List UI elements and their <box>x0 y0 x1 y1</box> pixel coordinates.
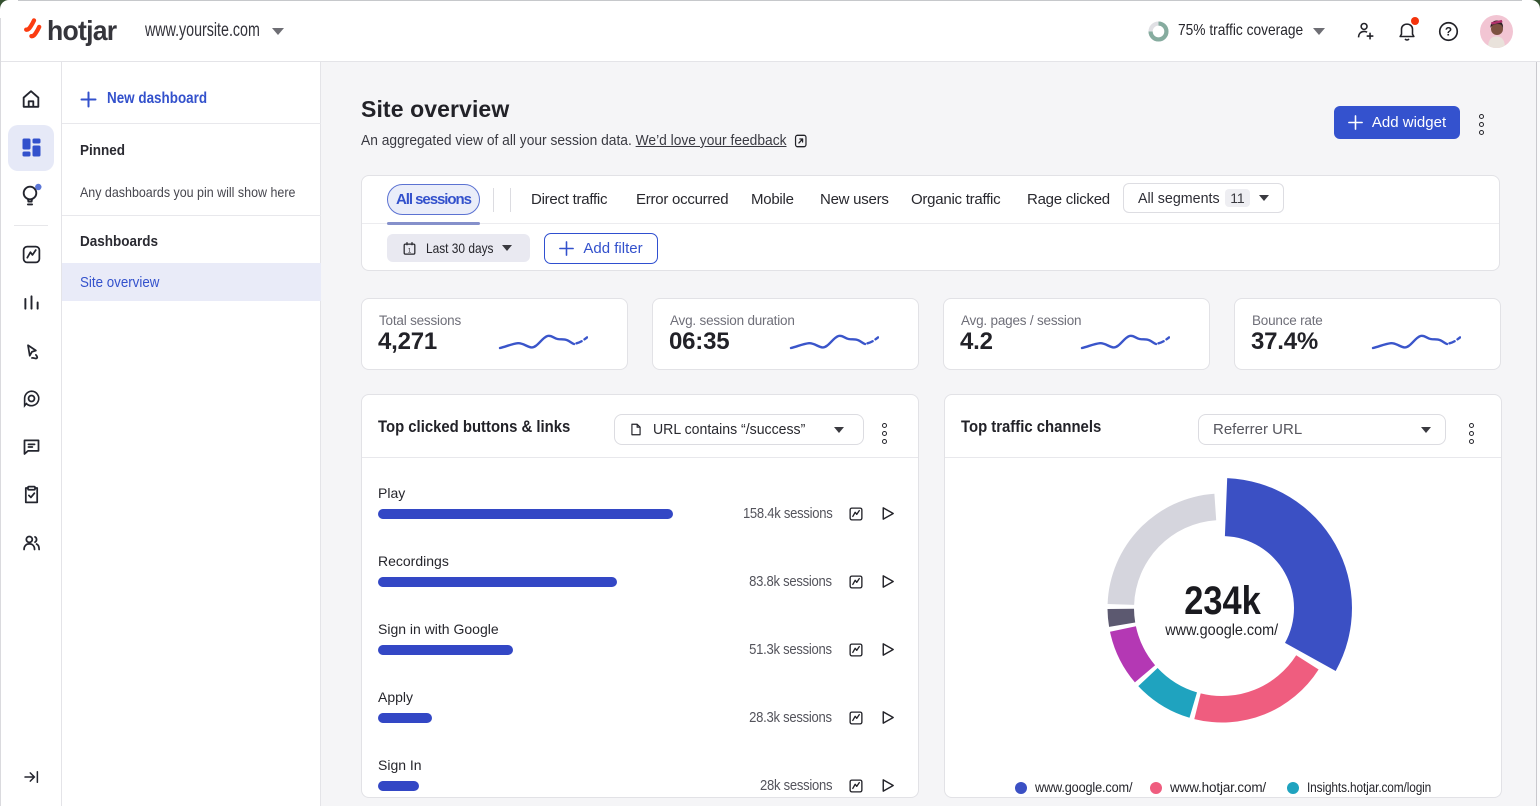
svg-text:?: ? <box>1445 24 1452 38</box>
svg-text:1: 1 <box>408 247 412 254</box>
